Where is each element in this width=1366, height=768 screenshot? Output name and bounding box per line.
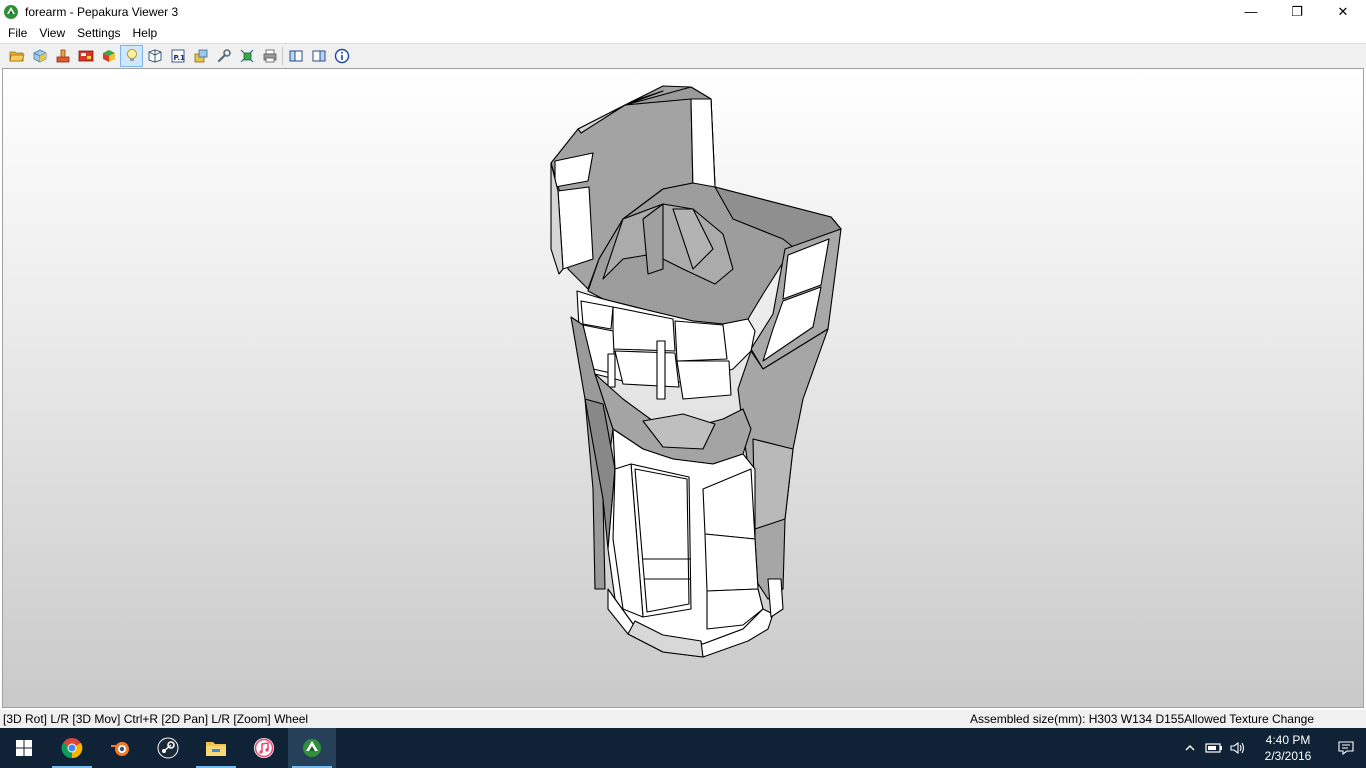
tray-overflow-button[interactable] bbox=[1178, 728, 1202, 768]
model-face bbox=[767, 578, 784, 618]
clock-time: 4:40 PM bbox=[1265, 733, 1311, 747]
print-button[interactable] bbox=[258, 45, 281, 67]
taskbar-itunes[interactable] bbox=[240, 728, 288, 768]
model-face bbox=[676, 360, 732, 400]
color-cube-icon bbox=[102, 50, 115, 62]
taskbar-file-explorer[interactable] bbox=[192, 728, 240, 768]
texture-icon bbox=[78, 50, 93, 62]
menu-settings[interactable]: Settings bbox=[71, 23, 126, 43]
chevron-up-icon bbox=[1185, 745, 1195, 751]
file-explorer-icon bbox=[206, 742, 226, 756]
windows-taskbar: 4:40 PM 2/3/2016 bbox=[0, 728, 1366, 768]
status-bar: [3D Rot] L/R [3D Mov] Ctrl+R [2D Pan] L/… bbox=[0, 710, 1366, 728]
window-title: forearm - Pepakura Viewer 3 bbox=[25, 4, 179, 19]
menu-view[interactable]: View bbox=[33, 23, 71, 43]
model-face bbox=[690, 98, 716, 190]
taskbar-steam[interactable] bbox=[144, 728, 192, 768]
system-tray: 4:40 PM 2/3/2016 bbox=[1178, 728, 1366, 768]
3d-model-button[interactable] bbox=[28, 45, 51, 67]
3d-viewport[interactable] bbox=[2, 68, 1364, 708]
layout-icon bbox=[194, 49, 207, 63]
menu-bar: File View Settings Help bbox=[0, 23, 1366, 43]
battery-icon bbox=[1205, 743, 1222, 753]
maximize-button[interactable]: ❐ bbox=[1274, 0, 1320, 23]
menu-help[interactable]: Help bbox=[127, 23, 164, 43]
tray-power-button[interactable] bbox=[1202, 728, 1226, 768]
steam-icon bbox=[157, 737, 179, 759]
windows-start-icon bbox=[16, 740, 32, 756]
model-face bbox=[557, 186, 594, 270]
clock-date: 2/3/2016 bbox=[1264, 749, 1312, 763]
toolbar: P.1 bbox=[0, 43, 1366, 68]
close-button[interactable]: ✕ bbox=[1320, 0, 1366, 23]
tray-volume-button[interactable] bbox=[1226, 728, 1250, 768]
color-cube-button[interactable] bbox=[97, 45, 120, 67]
speaker-icon bbox=[1230, 741, 1245, 755]
pepakura-app-icon bbox=[4, 4, 18, 19]
light-toggle-button[interactable] bbox=[120, 45, 143, 67]
tray-clock[interactable]: 4:40 PM 2/3/2016 bbox=[1250, 732, 1326, 764]
action-center-button[interactable] bbox=[1326, 740, 1366, 756]
status-controls-hint: [3D Rot] L/R [3D Mov] Ctrl+R [2D Pan] L/… bbox=[3, 712, 309, 726]
menu-file[interactable]: File bbox=[2, 23, 33, 43]
transfer-button[interactable] bbox=[235, 45, 258, 67]
single-pane-icon bbox=[289, 50, 302, 62]
pepakura-window: forearm - Pepakura Viewer 3 — ❐ ✕ File V… bbox=[0, 0, 1366, 768]
taskbar-blender[interactable] bbox=[96, 728, 144, 768]
itunes-icon bbox=[254, 738, 274, 758]
minimize-button[interactable]: — bbox=[1228, 0, 1274, 23]
model-face bbox=[656, 340, 666, 400]
page-number-icon: P.1 bbox=[171, 49, 185, 63]
print-icon bbox=[263, 49, 276, 63]
model-face bbox=[674, 320, 728, 362]
settings-wrench-button[interactable] bbox=[212, 45, 235, 67]
about-button[interactable] bbox=[330, 45, 353, 67]
unfold-button[interactable] bbox=[51, 45, 74, 67]
info-icon bbox=[334, 48, 349, 64]
model-face bbox=[614, 350, 680, 388]
lightbulb-icon bbox=[126, 49, 137, 61]
window-controls: — ❐ ✕ bbox=[1228, 0, 1366, 23]
edge-view-icon bbox=[148, 49, 161, 63]
open-folder-icon bbox=[9, 51, 25, 62]
layout-button[interactable] bbox=[189, 45, 212, 67]
single-pane-button[interactable] bbox=[284, 45, 307, 67]
unfold-icon bbox=[56, 49, 69, 63]
page-number-button[interactable]: P.1 bbox=[166, 45, 189, 67]
blender-icon bbox=[111, 742, 129, 756]
3d-model-icon bbox=[33, 49, 46, 63]
model-face bbox=[607, 353, 616, 388]
forearm-3d-model[interactable] bbox=[3, 69, 1364, 708]
texture-button[interactable] bbox=[74, 45, 97, 67]
dual-pane-icon bbox=[312, 50, 325, 62]
status-assembled-size: Assembled size(mm): H303 W134 D155Allowe… bbox=[970, 712, 1314, 726]
model-face bbox=[704, 533, 759, 592]
model-face bbox=[752, 438, 794, 530]
title-bar[interactable]: forearm - Pepakura Viewer 3 — ❐ ✕ bbox=[0, 0, 1366, 23]
open-button[interactable] bbox=[5, 45, 28, 67]
dual-pane-button[interactable] bbox=[307, 45, 330, 67]
chrome-icon bbox=[61, 738, 83, 759]
wrench-icon bbox=[217, 49, 231, 63]
taskbar-chrome[interactable] bbox=[48, 728, 96, 768]
pepakura-icon bbox=[303, 739, 321, 757]
start-button[interactable] bbox=[0, 728, 48, 768]
svg-text:P.1: P.1 bbox=[173, 54, 185, 62]
notification-icon bbox=[1338, 741, 1354, 756]
taskbar-pepakura[interactable] bbox=[288, 728, 336, 768]
transfer-icon bbox=[240, 49, 253, 63]
edge-view-button[interactable] bbox=[143, 45, 166, 67]
toolbar-separator bbox=[282, 47, 283, 65]
